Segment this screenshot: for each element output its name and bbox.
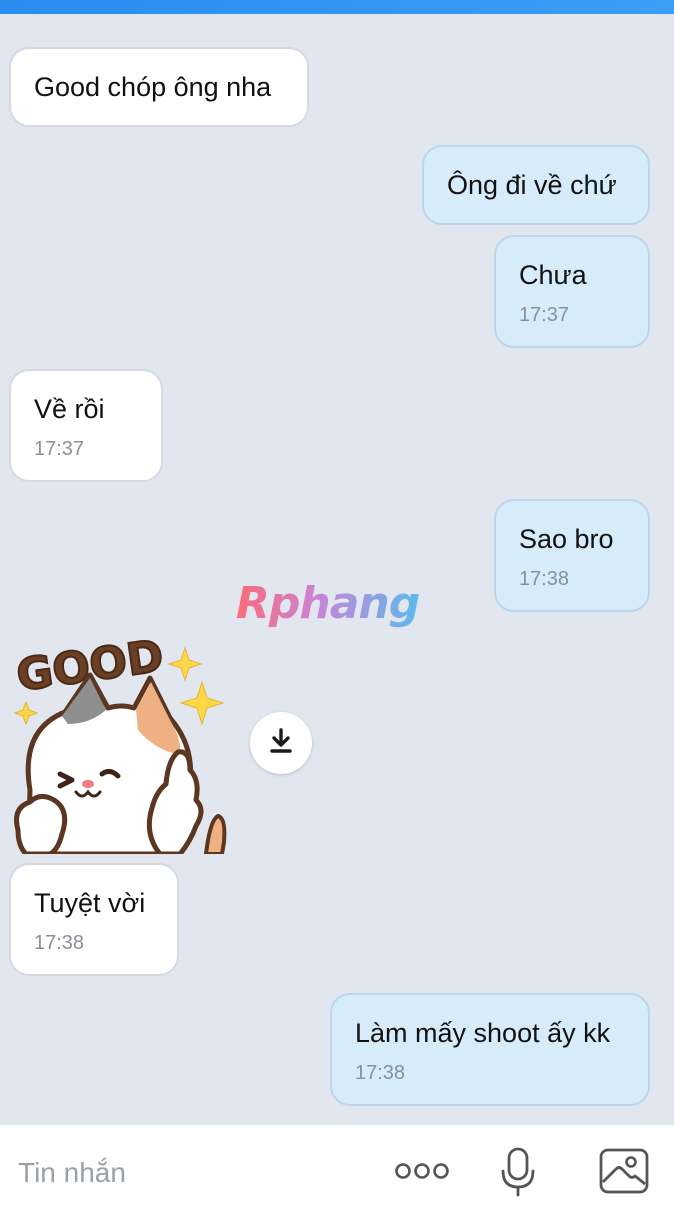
message-text: Về rồi <box>34 394 105 424</box>
cat-thumbs-up-sticker[interactable]: GOOD <box>10 620 232 857</box>
message-time: 17:38 <box>355 1062 406 1084</box>
message-text: Chưa <box>519 260 587 290</box>
microphone-icon <box>500 1147 536 1202</box>
message-outgoing[interactable]: Làm mấy shoot ấy kk 17:38 <box>330 993 650 1106</box>
message-list[interactable]: Good chóp ông nha Ông đi về chứ Chưa 17:… <box>0 14 674 1124</box>
message-incoming[interactable]: Tuyệt vời 17:38 <box>9 863 179 976</box>
message-incoming[interactable]: Good chóp ông nha <box>9 47 309 127</box>
message-text: Ông đi về chứ <box>447 170 617 200</box>
download-button[interactable] <box>250 712 312 774</box>
more-dots-icon <box>394 1162 450 1185</box>
watermark-logo: Rphang <box>236 578 420 629</box>
voice-button[interactable] <box>494 1147 542 1201</box>
message-incoming[interactable]: Về rồi 17:37 <box>9 369 163 482</box>
message-outgoing[interactable]: Ông đi về chứ <box>422 145 650 225</box>
message-text: Sao bro <box>519 524 614 554</box>
image-button[interactable] <box>596 1147 652 1199</box>
message-time: 17:38 <box>519 568 570 590</box>
message-text: Tuyệt vời <box>34 888 146 918</box>
download-icon <box>267 727 295 760</box>
message-text: Good chóp ông nha <box>34 72 272 102</box>
message-outgoing[interactable]: Sao bro 17:38 <box>494 499 650 612</box>
header-bar <box>0 0 674 14</box>
message-text: Làm mấy shoot ấy kk <box>355 1018 611 1048</box>
message-time: 17:37 <box>519 304 570 326</box>
message-time: 17:38 <box>34 932 85 954</box>
message-composer <box>0 1124 674 1220</box>
image-icon <box>599 1148 649 1199</box>
more-button[interactable] <box>390 1155 454 1191</box>
message-outgoing[interactable]: Chưa 17:37 <box>494 235 650 348</box>
message-input[interactable] <box>18 1153 338 1193</box>
message-time: 17:37 <box>34 438 85 460</box>
